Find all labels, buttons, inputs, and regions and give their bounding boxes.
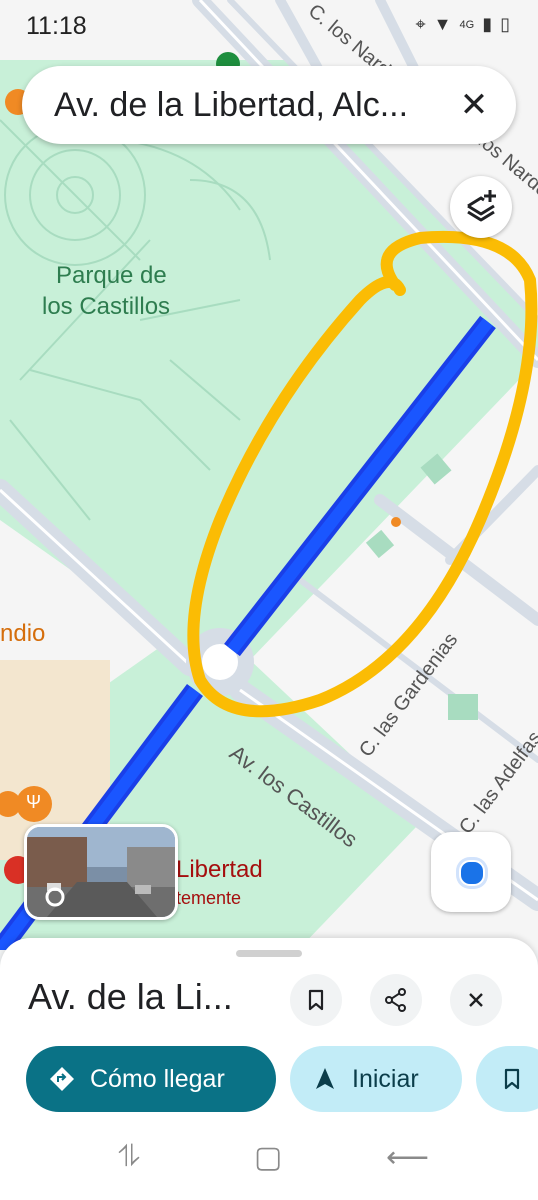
system-navigation-bar: ⥮ ▢ ⟵ <box>0 1124 538 1200</box>
close-search-icon[interactable]: ✕ <box>452 83 496 127</box>
start-button[interactable]: Iniciar <box>290 1046 462 1112</box>
location-icon: ⌖ <box>415 14 426 34</box>
save-chip-button[interactable] <box>476 1046 538 1112</box>
status-time: 11:18 <box>26 12 87 40</box>
wifi-icon: ▼ <box>433 14 452 34</box>
recents-nav-icon[interactable]: ⥮ <box>118 1140 140 1174</box>
back-nav-icon[interactable]: ⟵ <box>386 1140 429 1175</box>
battery-icon: ▯ <box>500 14 510 34</box>
navigation-arrow-icon <box>316 1068 334 1089</box>
layers-button[interactable] <box>450 176 512 238</box>
directions-button[interactable]: Cómo llegar <box>26 1046 276 1112</box>
sheet-drag-handle[interactable] <box>236 950 302 957</box>
park-label-line1: Parque de <box>56 262 167 289</box>
start-label: Iniciar <box>352 1064 419 1093</box>
save-button[interactable] <box>290 974 342 1026</box>
park-label-line2: los Castillos <box>42 293 171 320</box>
directions-icon <box>50 1067 74 1091</box>
search-bar[interactable]: Av. de la Libertad, Alc... ✕ <box>22 66 516 144</box>
street-view-image <box>27 827 175 917</box>
poi-label-left: ndio <box>0 620 46 647</box>
poi-label-libertad: Libertad <box>176 856 263 883</box>
network-type: 4G <box>459 18 475 31</box>
signal-icon: ▮ <box>482 14 493 34</box>
my-location-button[interactable] <box>431 832 511 912</box>
poi-label-libertad-sub: temente <box>176 888 242 908</box>
place-title: Av. de la Li... <box>28 976 233 1017</box>
my-location-icon <box>459 860 485 886</box>
street-view-thumbnail[interactable] <box>24 824 178 920</box>
status-icons: ⌖ ▼ 4G ▮ ▯ <box>416 14 510 35</box>
directions-label: Cómo llegar <box>90 1064 225 1093</box>
status-bar: 11:18 ⌖ ▼ 4G ▮ ▯ <box>0 0 538 52</box>
share-button[interactable] <box>370 974 422 1026</box>
home-nav-icon[interactable]: ▢ <box>254 1140 282 1175</box>
close-button[interactable] <box>450 974 502 1026</box>
bookmark-icon <box>308 989 324 1011</box>
restaurant-icon[interactable]: Ψ <box>26 792 41 813</box>
search-query[interactable]: Av. de la Libertad, Alc... <box>54 86 408 125</box>
bookmark-icon <box>504 1068 520 1090</box>
close-icon <box>469 993 483 1007</box>
share-icon <box>385 988 406 1012</box>
layers-icon <box>467 190 496 222</box>
